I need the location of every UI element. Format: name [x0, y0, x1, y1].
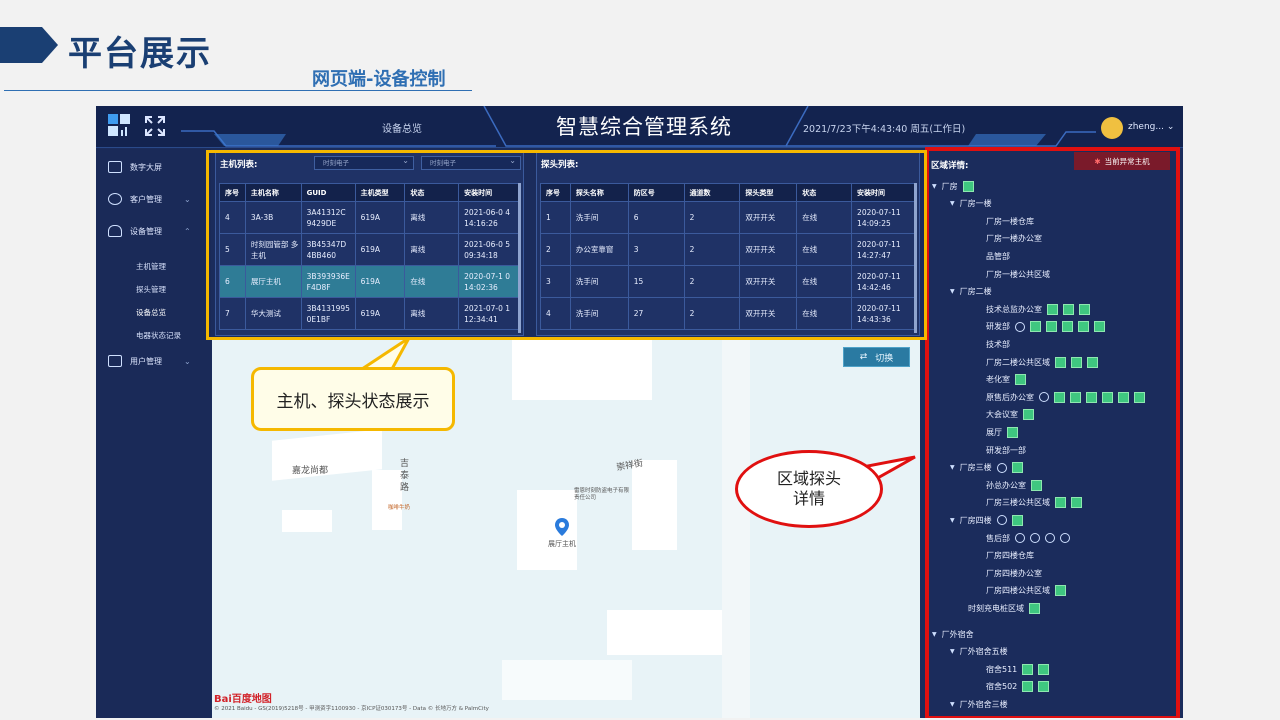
sidebar-item-big-screen[interactable]: 数字大屏 [108, 159, 162, 175]
map-label: 咖啡牛奶 [388, 505, 411, 511]
baidu-logo: Bai百度地图 [214, 694, 272, 705]
status-highlight-frame [206, 150, 927, 340]
monitor-icon [108, 161, 122, 173]
user-card-icon [108, 355, 122, 367]
region-callout: 区域探头 详情 [735, 450, 883, 528]
switch-button[interactable]: ⇄ 切换 [843, 347, 910, 367]
cloud-icon [108, 225, 122, 237]
slide-title: 平台展示 [68, 34, 212, 74]
map-label: 吉泰路 [400, 459, 410, 493]
sidebar-sub-overview[interactable]: 设备总览 [136, 307, 166, 318]
map-copyright: © 2021 Baidu - GS(2019)5218号 - 甲测资字11009… [214, 706, 489, 712]
sidebar-item-label: 客户管理 [130, 194, 162, 204]
subtitle-underline [4, 90, 472, 91]
chevron-down-icon: ⌄ [184, 356, 191, 366]
sidebar-item-devices[interactable]: 设备管理 ⌃ [108, 223, 191, 239]
user-icon [108, 193, 122, 205]
map-pin-icon[interactable] [555, 518, 569, 536]
datetime: 2021/7/23下午4:43:40 周五(工作日) [803, 124, 966, 135]
map-pin-label: 展厅主机 [548, 540, 576, 548]
user-menu[interactable]: zheng... ⌄ [1128, 122, 1174, 132]
switch-label: 切换 [875, 353, 894, 364]
status-callout: 主机、探头状态展示 [251, 367, 455, 431]
map-building [282, 510, 332, 532]
map-road [722, 340, 750, 718]
sidebar-sub-records[interactable]: 电器状态记录 [136, 330, 181, 341]
region-callout-line2: 详情 [792, 489, 825, 508]
map-building [502, 660, 632, 700]
region-callout-line1: 区域探头 [776, 469, 841, 488]
map-building [372, 470, 402, 530]
tab-device-overview[interactable]: 设备总览 [382, 120, 422, 135]
system-title: 智慧综合管理系统 [556, 115, 732, 139]
slide: 平台展示 网页端-设备控制 设备总览 智慧综合管理系统 2021/7/23下午4… [0, 0, 1280, 720]
map-label: 雷恩时刻防盗电子有限责任公司 [574, 488, 630, 501]
map-building [607, 610, 727, 655]
sidebar: 数字大屏 客户管理 ⌄ 设备管理 ⌃ 主机管理 探头管理 设备总览 电器状态记录… [96, 149, 211, 718]
sidebar-sub-host[interactable]: 主机管理 [136, 261, 166, 272]
switch-icon: ⇄ [859, 352, 868, 362]
top-bar: 设备总览 智慧综合管理系统 2021/7/23下午4:43:40 周五(工作日)… [96, 106, 1183, 148]
chevron-down-icon: ⌄ [184, 194, 191, 204]
sidebar-sub-probe[interactable]: 探头管理 [136, 284, 166, 295]
sidebar-item-customers[interactable]: 客户管理 ⌄ [108, 191, 191, 207]
chevron-up-icon: ⌃ [184, 226, 191, 236]
callout-pointer [359, 337, 411, 369]
map-label: 嘉龙尚都 [292, 466, 329, 476]
sidebar-item-users[interactable]: 用户管理 ⌄ [108, 353, 191, 369]
region-highlight-frame [925, 147, 1180, 718]
slide-subtitle: 网页端-设备控制 [312, 69, 446, 90]
sidebar-item-label: 用户管理 [130, 356, 162, 366]
sidebar-item-label: 数字大屏 [130, 162, 162, 172]
map-building [512, 340, 652, 400]
map-building [632, 460, 677, 550]
user-avatar[interactable] [1101, 117, 1123, 139]
title-arrow-icon [0, 27, 58, 63]
sidebar-item-label: 设备管理 [130, 226, 162, 236]
